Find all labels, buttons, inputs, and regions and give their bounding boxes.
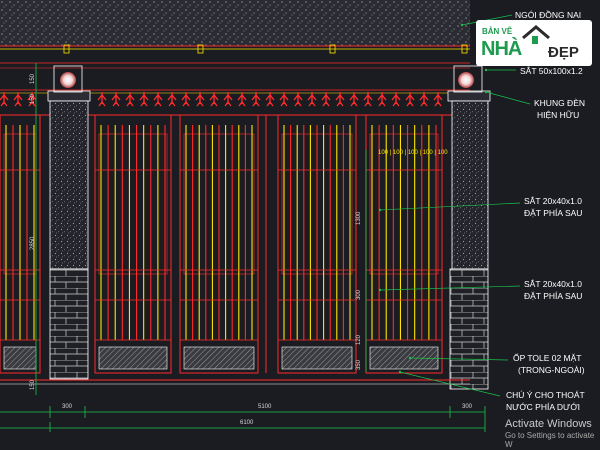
spear-ornament xyxy=(279,92,289,107)
dim-left-pier: 300 xyxy=(62,404,73,410)
leader-line xyxy=(379,202,521,211)
label-lamp-frame-1: KHUNG ĐÈN xyxy=(534,98,586,108)
right-lamp xyxy=(458,72,474,88)
spear-ornament xyxy=(377,92,387,107)
leader-dot xyxy=(484,90,488,94)
dim-panel-top: 100 | 100 | 100 | 100 | 100 xyxy=(378,150,448,156)
spear-ornament xyxy=(195,92,205,107)
leader-line xyxy=(485,91,531,105)
logo-right-text: ĐẸP xyxy=(548,44,579,61)
dim-height-left-4: 150 xyxy=(30,379,36,390)
dim-height-mid-3: 120 xyxy=(356,334,362,345)
label-drain-1: CHÚ Ý CHO THOÁT xyxy=(506,390,585,400)
leader-dot xyxy=(378,288,382,292)
label-steel-back-1a: SẮT 20x40x1.0 xyxy=(524,196,582,206)
spear-ornament xyxy=(223,92,233,107)
dim-height-mid-2: 300 xyxy=(356,289,362,300)
right-pier-cap xyxy=(447,90,491,102)
gate-panel-inner-frame xyxy=(98,133,168,275)
spear-ornament xyxy=(167,92,177,107)
left-lamp xyxy=(60,72,76,88)
spear-ornament xyxy=(293,92,303,107)
tole-plate xyxy=(3,346,37,370)
spear-ornament xyxy=(139,92,149,107)
leader-dot xyxy=(460,23,464,27)
spear-ornament xyxy=(349,92,359,107)
spear-ornament xyxy=(13,92,23,107)
leader-dot xyxy=(378,208,382,212)
tole-plate xyxy=(98,346,168,370)
spear-ornament xyxy=(97,92,107,107)
left-pier-brick xyxy=(49,268,89,380)
spear-ornament xyxy=(125,92,135,107)
dim-height-left-2: 150 xyxy=(30,93,36,104)
dim-height-mid-1: 1300 xyxy=(356,211,362,225)
dim-height-mid-4: 350 xyxy=(356,359,362,370)
dim-total: 6100 xyxy=(240,420,254,426)
spear-ornament xyxy=(209,92,219,107)
spear-ornament xyxy=(391,92,401,107)
tole-plate xyxy=(183,346,255,370)
spear-ornament xyxy=(307,92,317,107)
label-steel-cap: SẮT 50x100x1.2 xyxy=(520,66,583,76)
spear-ornament xyxy=(321,92,331,107)
roof-tile-band xyxy=(0,0,470,46)
left-pier-cap xyxy=(47,90,91,102)
spear-ornament xyxy=(237,92,247,107)
spear-ornament xyxy=(335,92,345,107)
leader-dot xyxy=(408,356,412,360)
label-steel-back-2a: SẮT 20x40x1.0 xyxy=(524,279,582,289)
spear-ornament xyxy=(419,92,429,107)
house-icon xyxy=(522,25,550,44)
dim-height-left-1: 150 xyxy=(30,73,36,84)
activate-windows-title: Activate Windows xyxy=(505,418,592,430)
label-tole-1: ỐP TOLE 02 MẶT xyxy=(513,353,582,363)
spear-ornament xyxy=(181,92,191,107)
spear-ornament xyxy=(251,92,261,107)
label-steel-back-1b: ĐẶT PHÍA SAU xyxy=(524,208,583,218)
right-pier-stone xyxy=(451,100,489,270)
spear-ornament xyxy=(0,92,9,107)
spear-ornament xyxy=(265,92,275,107)
dim-right-pier: 300 xyxy=(462,404,473,410)
label-tole-2: (TRONG-NGOÀI) xyxy=(518,365,585,375)
label-drain-2: NƯỚC PHÍA DƯỚI xyxy=(506,402,580,412)
label-steel-back-2b: ĐẶT PHÍA SAU xyxy=(524,291,583,301)
gate-elevation-drawing xyxy=(0,0,531,432)
logo-main-text: NHÀ xyxy=(481,38,522,60)
tole-plate xyxy=(281,346,353,370)
spear-ornament xyxy=(405,92,415,107)
dim-height-left-3: 2850 xyxy=(30,236,36,250)
spear-ornament xyxy=(111,92,121,107)
gate-panel-frame xyxy=(94,114,172,374)
left-pier-stone xyxy=(49,100,89,270)
tole-plate xyxy=(369,346,439,370)
logo-top-text: BẢN VẼ xyxy=(482,27,513,36)
spear-ornament xyxy=(433,92,443,107)
spear-ornament xyxy=(363,92,373,107)
label-top-partial: NGÓI ĐỒNG NAI xyxy=(515,10,582,20)
label-lamp-frame-2: HIỆN HỮU xyxy=(537,110,580,120)
site-logo: BẢN VẼ NHÀ ĐẸP xyxy=(476,20,592,66)
leader-dot xyxy=(398,370,402,374)
leader-dot xyxy=(484,68,488,72)
dim-opening: 5100 xyxy=(258,404,272,410)
activate-windows-subtitle: Go to Settings to activate W xyxy=(505,431,595,449)
spear-ornament xyxy=(153,92,163,107)
